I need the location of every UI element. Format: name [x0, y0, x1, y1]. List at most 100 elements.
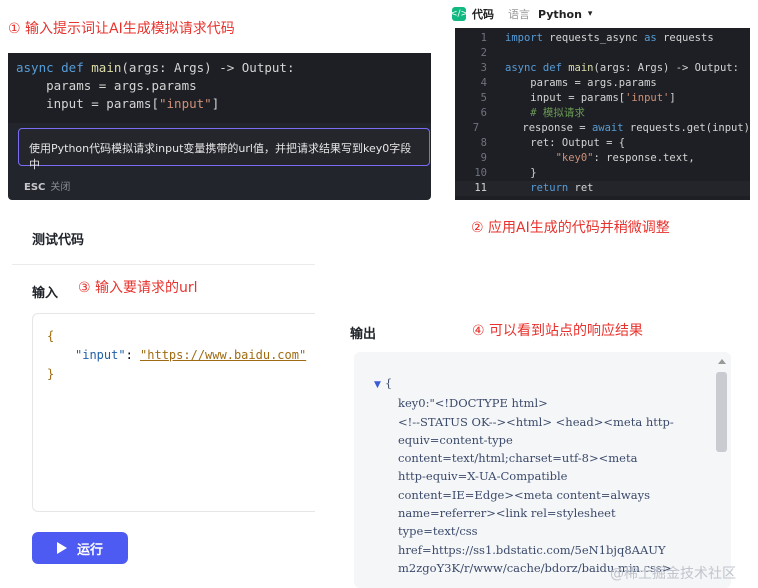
editor-line[interactable]: 7 response = await requests.get(input) [455, 121, 750, 136]
line-code: params = args.params [487, 76, 656, 91]
code-token: # 模拟请求 [505, 107, 585, 119]
code-token: requests.get(input) [623, 122, 750, 134]
line-code: } [487, 166, 537, 181]
code-token: ret: Output = { [505, 137, 626, 149]
collapse-triangle-icon[interactable]: ▼ [374, 380, 381, 390]
output-label: 输出 [350, 327, 377, 342]
editor-header: </> 代码 语言 Python ▾ [449, 3, 750, 25]
code-keyword: async def [16, 60, 92, 75]
ai-assistant-panel: async def main(args: Args) -> Output: pa… [8, 53, 431, 200]
json-separator: : [125, 348, 141, 362]
line-number: 9 [480, 152, 487, 164]
line-number: 5 [480, 92, 487, 104]
line-number: 1 [480, 32, 487, 44]
editor-line[interactable]: 1 import requests_async as requests [455, 31, 750, 46]
editor-line[interactable]: 6 # 模拟请求 [455, 106, 750, 121]
line-code: response = await requests.get(input) [479, 121, 750, 136]
line-number: 3 [480, 62, 487, 74]
annotation-step-2: ② 应用AI生成的代码并稍微调整 [471, 220, 670, 236]
line-number: 8 [480, 137, 487, 149]
editor-title: 代码 [472, 8, 494, 21]
output-line: http-equiv=X-UA-Compatible [398, 469, 568, 484]
annotation-step-1: ① 输入提示词让AI生成模拟请求代码 [8, 21, 235, 37]
code-token: return [505, 182, 569, 194]
json-open-brace: { [47, 329, 55, 343]
editor-line[interactable]: 9 "key0": response.text, [455, 151, 750, 166]
output-line: name=referrer><link rel=stylesheet [398, 506, 616, 521]
chevron-down-icon[interactable]: ▾ [588, 9, 593, 19]
code-line: params = args.params [16, 78, 197, 93]
code-token: main [568, 62, 594, 74]
json-value[interactable]: "https://www.baidu.com" [140, 348, 306, 362]
code-token: (args: Args) -> Output: [593, 62, 739, 74]
code-icon: </> [449, 7, 469, 21]
output-line: content=IE=Edge><meta content=always [398, 487, 650, 502]
line-code: input = params['input'] [487, 91, 676, 106]
line-number: 6 [480, 107, 487, 119]
annotation-step-4: ④ 可以看到站点的响应结果 [472, 323, 644, 339]
code-token: response = [497, 122, 592, 134]
code-token: async def [505, 62, 569, 74]
editor-line[interactable]: 3 async def main(args: Args) -> Output: [455, 61, 750, 76]
editor-line[interactable]: 4 params = args.params [455, 76, 750, 91]
language-select[interactable]: Python [538, 8, 582, 21]
editor-line[interactable]: 8 ret: Output = { [455, 136, 750, 151]
code-token: ] [669, 92, 676, 104]
line-code: "key0": response.text, [487, 151, 695, 166]
line-code: ret: Output = { [487, 136, 625, 151]
test-code-title: 测试代码 [32, 233, 85, 248]
run-label: 运行 [76, 542, 103, 558]
output-line: equiv=content-type [398, 432, 513, 447]
code-editor[interactable]: 1 import requests_async as requests 2 3 asyn… [455, 28, 750, 200]
scroll-up-arrow-icon[interactable] [718, 359, 726, 364]
code-line: async def main(args: Args) -> Output: [16, 59, 423, 77]
code-string: "input" [159, 96, 212, 111]
play-icon [56, 542, 67, 554]
line-number: 11 [474, 182, 487, 194]
code-text: ] [211, 96, 220, 111]
editor-line[interactable]: 11 return ret [455, 181, 750, 196]
divider [12, 264, 315, 265]
code-token: as [644, 32, 657, 44]
line-code: import requests_async as requests [487, 31, 714, 46]
code-token: await [591, 122, 624, 134]
output-line: href=https://ss1.bdstatic.com/5eN1bjq8AA… [398, 542, 666, 557]
language-label: 语言 [508, 8, 530, 21]
esc-close-hint[interactable]: ESC 关闭 [24, 178, 70, 193]
output-scrollbar[interactable] [716, 372, 727, 452]
code-token: requests [656, 32, 714, 44]
code-text: input = params[ [16, 96, 159, 111]
line-code: async def main(args: Args) -> Output: [487, 61, 739, 76]
line-code: return ret [487, 181, 593, 196]
json-input-line: "input": "https://www.baidu.com" [47, 346, 306, 365]
json-close-brace: } [47, 367, 55, 381]
code-token: import [505, 32, 543, 44]
code-token: input = params[ [505, 92, 626, 104]
editor-line[interactable]: 2 [455, 46, 750, 61]
code-token: : response.text, [593, 152, 695, 164]
editor-line[interactable]: 5 input = params['input'] [455, 91, 750, 106]
json-open-brace: { [384, 376, 393, 390]
input-json-editor[interactable]: { "input": "https://www.baidu.com" } [32, 313, 315, 512]
code-token: requests_async [542, 32, 645, 44]
code-token: "key0" [505, 152, 594, 164]
run-button[interactable]: 运行 [32, 532, 128, 564]
output-content: ▼{ key0:"<!DOCTYPE html> <!--STATUS OK-->… [374, 374, 714, 577]
code-line: input = params["input"] [16, 95, 423, 113]
code-function: main [91, 60, 122, 75]
esc-key: ESC [24, 182, 46, 193]
code-token: 'input' [625, 92, 670, 104]
annotation-step-3: ③ 输入要请求的url [78, 280, 198, 296]
editor-line[interactable]: 10 } [455, 166, 750, 181]
output-root: ▼{ [374, 374, 714, 394]
output-line: key0:"<!DOCTYPE html> [398, 396, 548, 411]
code-token: } [505, 167, 537, 179]
line-number: 2 [480, 47, 487, 59]
line-code: # 模拟请求 [487, 106, 585, 121]
ai-prompt-input[interactable]: 使用Python代码模拟请求input变量携带的url值，并把请求结果写到key… [18, 128, 430, 171]
output-panel[interactable]: ▼{ key0:"<!DOCTYPE html> <!--STATUS OK-->… [354, 352, 731, 588]
output-line: <!--STATUS OK--><html> <head><meta http- [398, 414, 674, 429]
input-label: 输入 [32, 286, 59, 301]
ai-generated-code: async def main(args: Args) -> Output: pa… [8, 53, 431, 123]
